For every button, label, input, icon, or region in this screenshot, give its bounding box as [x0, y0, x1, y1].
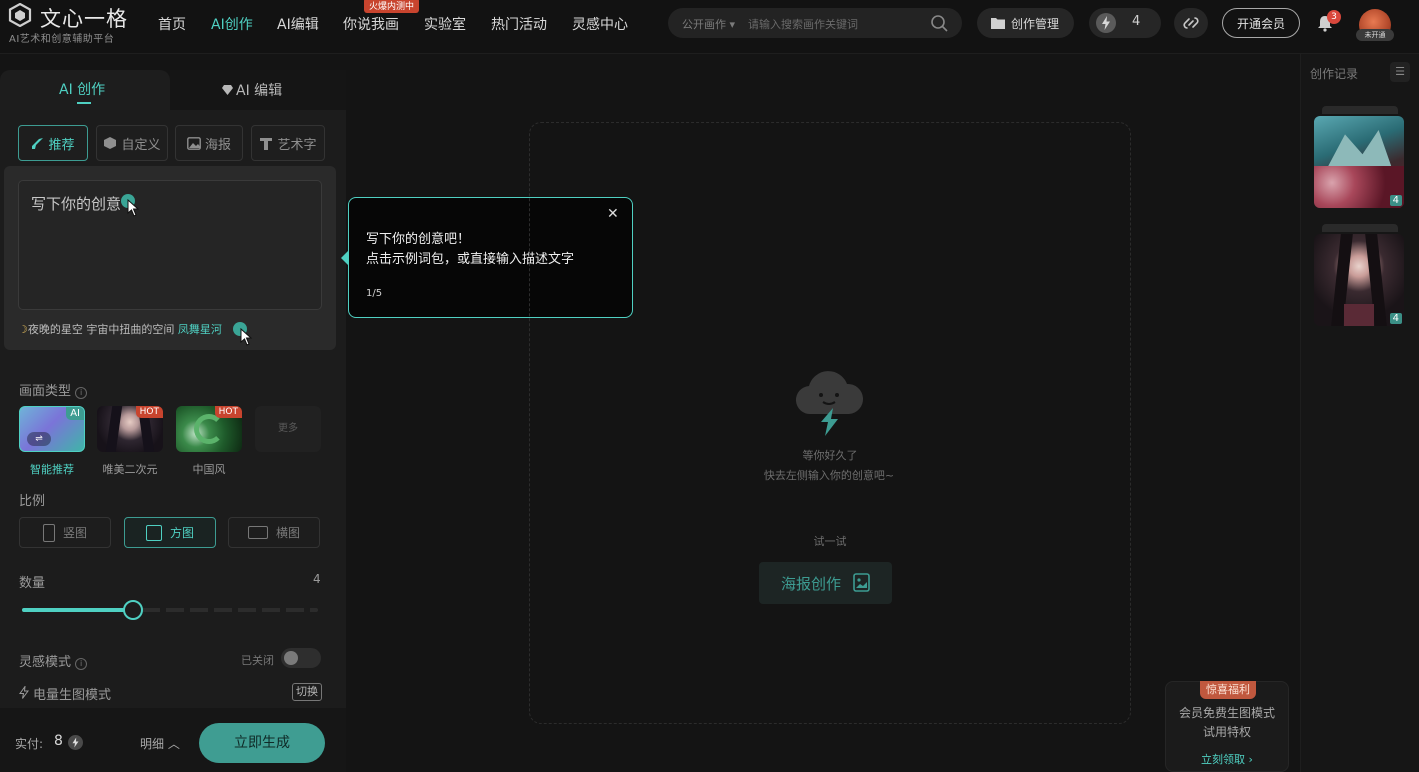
nav-home[interactable]: 首页 [158, 14, 186, 34]
promo-badge: 惊喜福利 [1200, 681, 1256, 699]
nav-events[interactable]: 热门活动 [491, 14, 547, 34]
avatar-status-badge: 未开通 [1356, 29, 1394, 41]
brand-name[interactable]: 文心一格 [40, 3, 128, 33]
info-icon[interactable]: i [75, 658, 88, 670]
type-label-anime: 唯美二次元 [102, 463, 158, 476]
quantity-title: 数量 [19, 576, 46, 591]
link-button[interactable] [1174, 8, 1208, 38]
prompt-textarea[interactable]: 写下你的创意 [18, 180, 322, 310]
mouse-pointer-icon [127, 199, 140, 217]
info-icon[interactable]: i [75, 387, 88, 399]
tab-ai-create[interactable]: AI 创作 [59, 79, 105, 99]
search-scope-select[interactable]: 公开画作 ▾ [682, 16, 735, 32]
square-icon [145, 524, 162, 541]
prompt-placeholder: 写下你的创意 [31, 195, 122, 213]
search-bar[interactable]: 公开画作 ▾ 请输入搜索画作关键词 [668, 8, 962, 38]
type-label-smart: 智能推荐 [30, 463, 74, 476]
mouse-pointer-icon [240, 328, 253, 346]
nav-inspiration[interactable]: 灵感中心 [572, 14, 628, 34]
history-item[interactable]: 4 [1314, 234, 1404, 326]
cloud-lightning-icon [795, 371, 864, 436]
notification-badge: 3 [1327, 10, 1341, 24]
folder-icon [991, 18, 1005, 29]
mode-art-text[interactable]: 艺术字 [251, 125, 325, 161]
logo-icon[interactable] [8, 3, 32, 27]
landscape-icon [247, 526, 268, 539]
quantity-slider-handle[interactable] [123, 600, 143, 620]
example-link[interactable]: 凤舞星河 [178, 323, 222, 336]
promo-link[interactable]: 立刻领取 › [1166, 751, 1288, 767]
tooltip-step: 1/5 [366, 288, 383, 299]
type-smart-recommend[interactable]: AI ⇌ [19, 406, 85, 452]
type-chinese-style[interactable]: HOT [176, 406, 242, 452]
mode-custom[interactable]: 自定义 [96, 125, 168, 161]
portrait-icon [42, 523, 55, 542]
type-anime[interactable]: HOT [97, 406, 163, 452]
ratio-portrait[interactable]: 竖图 [19, 517, 111, 548]
ratio-square[interactable]: 方图 [124, 517, 216, 548]
cube-icon [104, 137, 117, 149]
history-count: 4 [1389, 195, 1402, 206]
wait-text: 等你好久了 [802, 449, 858, 462]
inspiration-state: 已关闭 [241, 654, 274, 667]
brush-icon [32, 137, 44, 149]
nav-ai-create[interactable]: AI创作 [211, 14, 253, 34]
brand-subtitle: AI艺术和创意辅助平台 [9, 34, 115, 45]
poster-icon [853, 573, 870, 592]
poster-create-button[interactable]: 海报创作 [759, 562, 892, 604]
diamond-icon [222, 85, 233, 95]
list-icon[interactable]: ☰ [1390, 62, 1410, 82]
promo-card[interactable]: 惊喜福利 会员免费生图模式 试用特权 立刻领取 › [1165, 681, 1289, 772]
inspiration-title: 灵感模式 i [19, 651, 88, 670]
energy-counter[interactable]: 4 [1089, 8, 1161, 38]
tooltip-line1: 写下你的创意吧！ [366, 232, 471, 247]
picture-type-title: 画面类型 i [19, 380, 88, 399]
moon-icon: ☽ [18, 323, 28, 336]
prompt-card: 写下你的创意 ☽夜晚的星空 宇宙中扭曲的空间 凤舞星河 [4, 166, 336, 350]
tab-ai-edit[interactable]: AI 编辑 [222, 80, 282, 100]
hint-text: 快去左侧输入你的创意吧~ [763, 469, 895, 482]
text-icon [260, 137, 273, 150]
lightning-icon [68, 735, 83, 750]
detail-toggle[interactable]: 明细 ︿ [140, 735, 180, 752]
top-header: 文心一格 AI艺术和创意辅助平台 首页 AI创作 AI编辑 你说我画 火爆内测中… [0, 0, 1419, 54]
vip-button[interactable]: 开通会员 [1222, 8, 1300, 38]
quantity-slider-fill [22, 608, 133, 612]
power-mode-title: 电量生图模式 [19, 684, 111, 703]
mode-recommend[interactable]: 推荐 [18, 125, 88, 161]
pay-label: 实付: [15, 737, 44, 751]
link-icon [1183, 17, 1199, 29]
type-label-chinese: 中国风 [192, 463, 226, 476]
generate-button[interactable]: 立即生成 [199, 723, 325, 763]
mode-poster[interactable]: 海报 [175, 125, 243, 161]
try-label: 试一试 [813, 535, 847, 548]
nav-you-say-i-draw[interactable]: 你说我画 [343, 14, 399, 34]
nav-lab[interactable]: 实验室 [424, 14, 466, 34]
history-title: 创作记录 [1310, 67, 1359, 81]
pay-value: 8 [54, 733, 63, 749]
promo-line1: 会员免费生图模式 [1178, 706, 1275, 720]
promo-line2: 试用特权 [1202, 725, 1251, 739]
ratio-landscape[interactable]: 横图 [228, 517, 320, 548]
search-icon[interactable] [930, 14, 948, 32]
creation-manage-button[interactable]: 创作管理 [977, 8, 1074, 38]
history-count: 4 [1389, 313, 1402, 324]
inspiration-toggle[interactable] [281, 648, 321, 668]
type-more[interactable]: 更多 [255, 406, 321, 452]
quantity-value: 4 [313, 572, 321, 586]
swap-icon: ⇌ [27, 432, 51, 446]
ratio-title: 比例 [19, 494, 46, 509]
image-icon [187, 136, 201, 150]
history-item[interactable]: 4 [1314, 116, 1404, 208]
power-mode-switch-button[interactable]: 切换 [292, 683, 322, 701]
search-input[interactable]: 请输入搜索画作关键词 [748, 16, 858, 32]
tab-indicator [77, 102, 91, 104]
chevron-up-icon: ︿ [167, 737, 180, 751]
beta-badge: 火爆内测中 [364, 0, 420, 13]
example-prompt[interactable]: ☽夜晚的星空 宇宙中扭曲的空间 凤舞星河 [18, 321, 222, 337]
nav-ai-edit[interactable]: AI编辑 [277, 14, 319, 34]
lightning-outline-icon [19, 684, 29, 699]
lightning-icon [1096, 13, 1116, 33]
